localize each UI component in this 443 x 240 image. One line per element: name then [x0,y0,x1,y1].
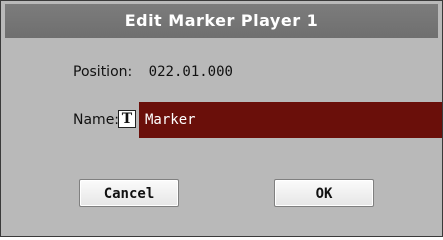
ok-button[interactable]: OK [274,179,374,207]
position-label: Position: [73,64,133,80]
dialog-title: Edit Marker Player 1 [5,4,438,38]
name-row: Name: T Marker [73,102,442,138]
edit-marker-dialog: Edit Marker Player 1 Position: 022.01.00… [0,0,443,237]
name-field[interactable]: Marker [139,102,442,138]
position-value: 022.01.000 [148,64,233,80]
position-row: Position: 022.01.000 [73,60,233,84]
cancel-button[interactable]: Cancel [79,179,179,207]
text-edit-icon[interactable]: T [118,110,136,128]
name-label: Name: [73,112,120,128]
